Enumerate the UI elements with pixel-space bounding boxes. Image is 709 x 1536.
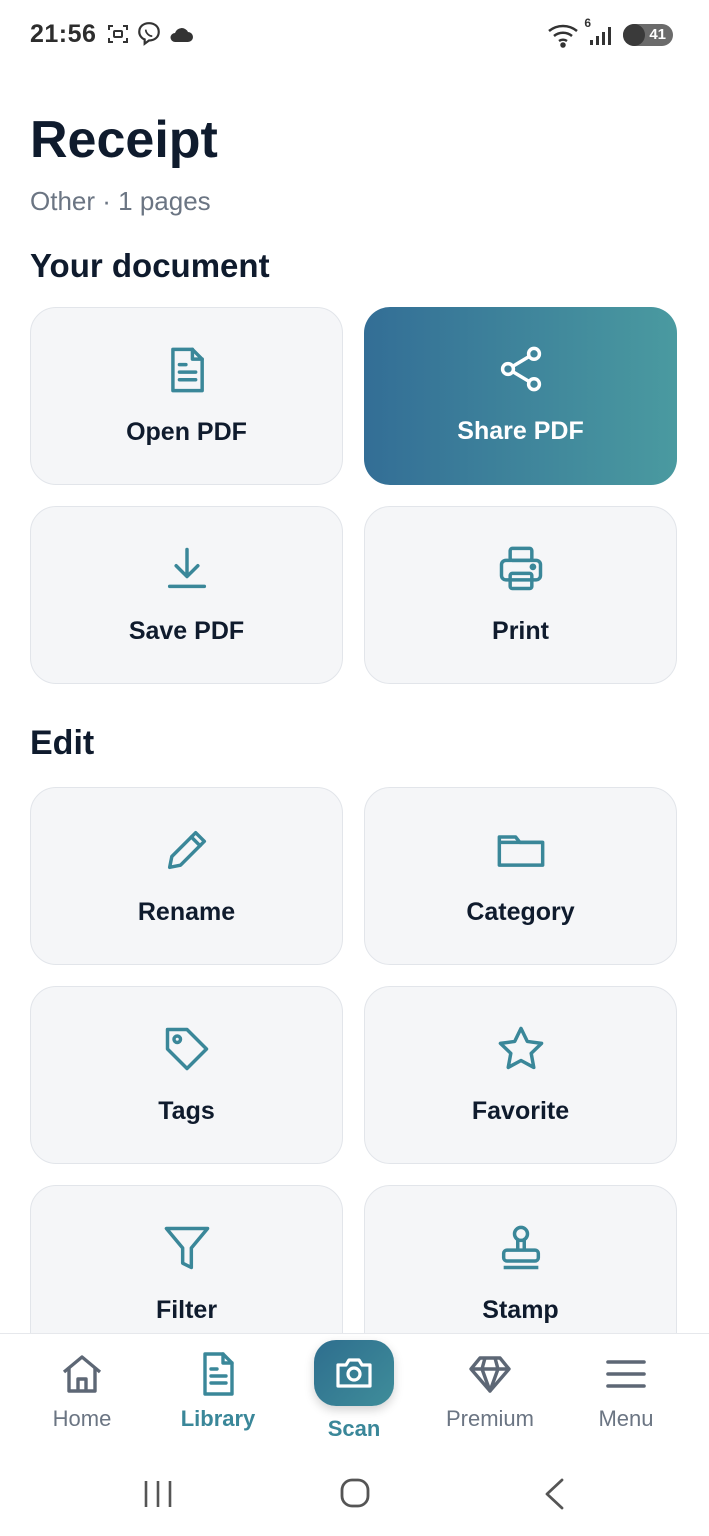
nav-menu-label: Menu — [598, 1406, 654, 1431]
category-label: Category — [466, 898, 575, 926]
nav-scan-label: Scan — [327, 1416, 381, 1441]
section-your-document: Your document — [30, 247, 270, 281]
nav-premium-label: Premium — [445, 1406, 534, 1431]
bottom-navigation: Home Library Scan Premium Menu — [0, 1333, 709, 1454]
section-edit: Edit — [30, 724, 95, 762]
nav-home-label: Home — [52, 1406, 112, 1431]
printer-icon — [499, 546, 542, 591]
stamp-label: Stamp — [482, 1296, 559, 1324]
scan-button[interactable] — [314, 1340, 394, 1406]
nav-library-label: Library — [180, 1406, 256, 1431]
stamp-button[interactable]: Stamp — [364, 1185, 677, 1333]
content-area: Receipt Other · 1 pages Your document Op… — [0, 0, 709, 1333]
nav-library[interactable]: Library — [158, 1334, 278, 1454]
system-navigation-bar — [0, 1453, 709, 1536]
nav-premium[interactable]: Premium — [430, 1334, 550, 1454]
print-label: Print — [492, 617, 549, 645]
pencil-icon — [167, 830, 206, 870]
print-button[interactable]: Print — [364, 506, 677, 684]
page-subtitle: Other · 1 pages — [30, 186, 211, 216]
camera-icon — [336, 1358, 372, 1388]
open-pdf-label: Open PDF — [126, 418, 247, 446]
file-icon — [170, 347, 204, 393]
nav-menu[interactable]: Menu — [566, 1334, 686, 1454]
library-icon — [203, 1352, 234, 1396]
home-icon — [62, 1355, 102, 1393]
share-icon — [500, 346, 541, 392]
nav-home[interactable]: Home — [22, 1334, 142, 1454]
rename-button[interactable]: Rename — [30, 787, 343, 965]
diamond-icon — [469, 1356, 511, 1393]
page-title: Receipt — [30, 111, 218, 169]
home-system-icon[interactable] — [339, 1477, 371, 1509]
open-pdf-button[interactable]: Open PDF — [30, 307, 343, 485]
save-pdf-button[interactable]: Save PDF — [30, 506, 343, 684]
menu-icon — [606, 1360, 646, 1388]
tags-button[interactable]: Tags — [30, 986, 343, 1164]
category-button[interactable]: Category — [364, 787, 677, 965]
favorite-label: Favorite — [471, 1097, 570, 1125]
star-icon — [498, 1026, 543, 1070]
download-icon — [167, 547, 206, 589]
filter-label: Filter — [155, 1296, 218, 1324]
stamp-icon — [501, 1225, 540, 1270]
tags-label: Tags — [158, 1097, 215, 1125]
share-pdf-label: Share PDF — [457, 417, 584, 445]
tag-icon — [165, 1027, 208, 1071]
recent-apps-icon[interactable] — [142, 1479, 174, 1509]
favorite-button[interactable]: Favorite — [364, 986, 677, 1164]
back-icon[interactable] — [542, 1477, 566, 1511]
filter-icon — [164, 1226, 209, 1270]
folder-icon — [497, 835, 544, 867]
share-pdf-button[interactable]: Share PDF — [364, 307, 677, 485]
save-pdf-label: Save PDF — [128, 617, 245, 645]
rename-label: Rename — [137, 898, 236, 926]
filter-button[interactable]: Filter — [30, 1185, 343, 1333]
